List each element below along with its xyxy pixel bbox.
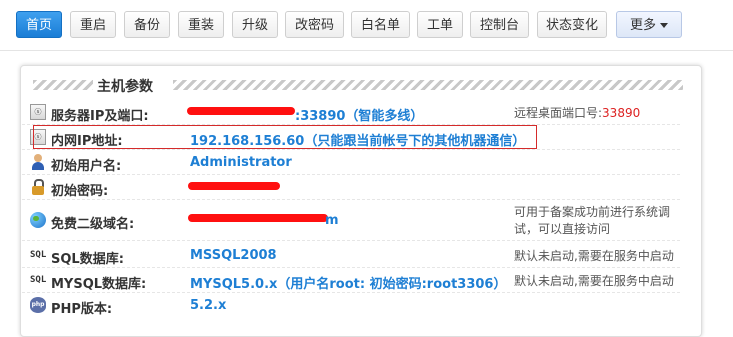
lock-icon <box>30 179 46 195</box>
more-label: 更多 <box>629 18 656 33</box>
redaction-mark <box>187 107 295 115</box>
row-label: 服务器IP及端口: <box>51 109 149 124</box>
info-row-password: 初始密码: <box>22 175 680 200</box>
domain-note: 可用于备案成功前进行系统调试，可以直接访问 <box>514 205 671 236</box>
sql-icon: SQL <box>30 250 47 260</box>
change-password-button[interactable]: 改密码 <box>285 11 344 38</box>
ticket-button[interactable]: 工单 <box>417 11 463 38</box>
console-button[interactable]: 控制台 <box>470 11 529 38</box>
info-row-mysql: SQL MYSQL数据库: MYSQL5.0.x（用户名root: 初始密码:r… <box>22 268 680 293</box>
upgrade-button[interactable]: 升级 <box>232 11 278 38</box>
sql-note: 默认未启动,需要在服务中启动 <box>514 249 674 263</box>
sql-value: MSSQL2008 <box>190 248 277 263</box>
remote-port-value: 33890 <box>602 106 641 120</box>
row-label: 初始用户名: <box>51 159 122 174</box>
stripe-decoration-right <box>173 80 683 90</box>
domain-value: m <box>325 213 339 228</box>
php-value: 5.2.x <box>190 298 227 313</box>
row-label: SQL数据库: <box>51 252 124 267</box>
mysql-note: 默认未启动,需要在服务中启动 <box>514 274 674 288</box>
globe-icon <box>30 212 46 228</box>
action-toolbar: 首页 重启 备份 重装 升级 改密码 白名单 工单 控制台 状态变化 更多 <box>0 0 733 51</box>
row-label: PHP版本: <box>51 302 113 317</box>
info-row-username: 初始用户名: Administrator <box>22 150 680 175</box>
home-button[interactable]: 首页 <box>16 11 62 38</box>
chevron-down-icon <box>660 23 668 28</box>
redaction-mark <box>188 214 328 222</box>
backup-button[interactable]: 备份 <box>124 11 170 38</box>
status-change-button[interactable]: 状态变化 <box>537 11 607 38</box>
row-label: MYSQL数据库: <box>51 277 147 292</box>
remote-port-note: 远程桌面端口号:33890 <box>514 106 641 120</box>
info-row-free-domain: 免费二级域名: m 可用于备案成功前进行系统调试，可以直接访问 <box>22 200 680 241</box>
whitelist-button[interactable]: 白名单 <box>351 11 410 38</box>
panel-header: 主机参数 <box>33 74 683 96</box>
panel-title: 主机参数 <box>97 79 153 95</box>
sql-icon: SQL <box>30 275 47 285</box>
user-icon <box>30 154 46 170</box>
reinstall-button[interactable]: 重装 <box>178 11 224 38</box>
php-icon: php <box>30 297 46 313</box>
server-icon: ⓢ <box>30 104 46 120</box>
info-row-sql: SQL SQL数据库: MSSQL2008 默认未启动,需要在服务中启动 <box>22 243 680 268</box>
server-ip-value: :33890（智能多线） <box>295 109 424 124</box>
mysql-value: MYSQL5.0.x（用户名root: 初始密码:root3306） <box>190 277 507 292</box>
stripe-decoration-left <box>33 80 93 90</box>
row-label: 初始密码: <box>51 184 109 199</box>
more-dropdown-button[interactable]: 更多 <box>616 11 682 38</box>
internal-ip-highlight-box <box>33 125 537 149</box>
info-row-php: php PHP版本: 5.2.x <box>22 293 680 317</box>
redaction-mark <box>188 182 280 190</box>
username-value: Administrator <box>190 155 292 170</box>
restart-button[interactable]: 重启 <box>70 11 116 38</box>
info-row-server-ip: ⓢ 服务器IP及端口: :33890（智能多线） 远程桌面端口号:33890 <box>22 100 680 125</box>
row-label: 免费二级域名: <box>51 217 135 232</box>
